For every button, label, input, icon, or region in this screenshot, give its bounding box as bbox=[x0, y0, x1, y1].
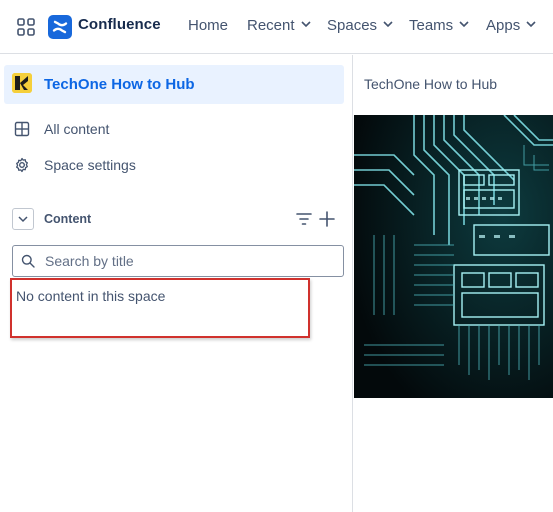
chevron-down-icon bbox=[18, 216, 28, 223]
nav-home[interactable]: Home bbox=[188, 17, 228, 34]
nav-spaces-label: Spaces bbox=[327, 17, 378, 34]
sidebar-item-all-content[interactable]: All content bbox=[14, 119, 334, 141]
app-name[interactable]: Confluence bbox=[78, 16, 161, 33]
grid-icon bbox=[14, 121, 30, 137]
space-avatar bbox=[12, 73, 32, 93]
annotation-highlight-box bbox=[10, 278, 310, 338]
nav-recent-label: Recent bbox=[247, 17, 295, 34]
content-collapse-toggle[interactable] bbox=[12, 208, 34, 230]
space-title: TechOne How to Hub bbox=[44, 76, 195, 93]
page-title: TechOne How to Hub bbox=[364, 76, 498, 92]
sidebar-item-label: All content bbox=[44, 121, 110, 137]
chevron-down-icon bbox=[459, 21, 469, 28]
nav-apps-label: Apps bbox=[486, 17, 521, 34]
chevron-down-icon bbox=[300, 21, 311, 28]
app-switcher-icon[interactable] bbox=[16, 17, 36, 37]
circuit-board-image bbox=[354, 115, 553, 398]
chevron-down-icon bbox=[526, 21, 536, 28]
sidebar-item-label: Space settings bbox=[44, 157, 136, 173]
nav-teams-label: Teams bbox=[409, 17, 454, 34]
add-content-icon[interactable] bbox=[318, 210, 336, 228]
search-by-title-field[interactable] bbox=[12, 245, 344, 277]
nav-teams[interactable]: Teams bbox=[409, 17, 469, 34]
nav-apps[interactable]: Apps bbox=[486, 17, 536, 34]
confluence-logo-icon[interactable] bbox=[48, 15, 72, 39]
search-input[interactable] bbox=[45, 251, 335, 271]
space-header[interactable]: TechOne How to Hub bbox=[4, 65, 344, 104]
search-icon bbox=[21, 254, 35, 268]
nav-recent[interactable]: Recent bbox=[247, 17, 311, 34]
chevron-down-icon bbox=[383, 21, 393, 28]
top-navigation-bar: Confluence Home Recent Spaces Teams Apps bbox=[0, 0, 553, 54]
space-sidebar: TechOne How to Hub All content Space set… bbox=[0, 55, 353, 512]
gear-icon bbox=[16, 157, 28, 173]
filter-icon[interactable] bbox=[295, 210, 313, 228]
sidebar-item-space-settings[interactable]: Space settings bbox=[14, 155, 334, 177]
nav-spaces[interactable]: Spaces bbox=[327, 17, 393, 34]
content-section-heading: Content bbox=[44, 212, 92, 226]
